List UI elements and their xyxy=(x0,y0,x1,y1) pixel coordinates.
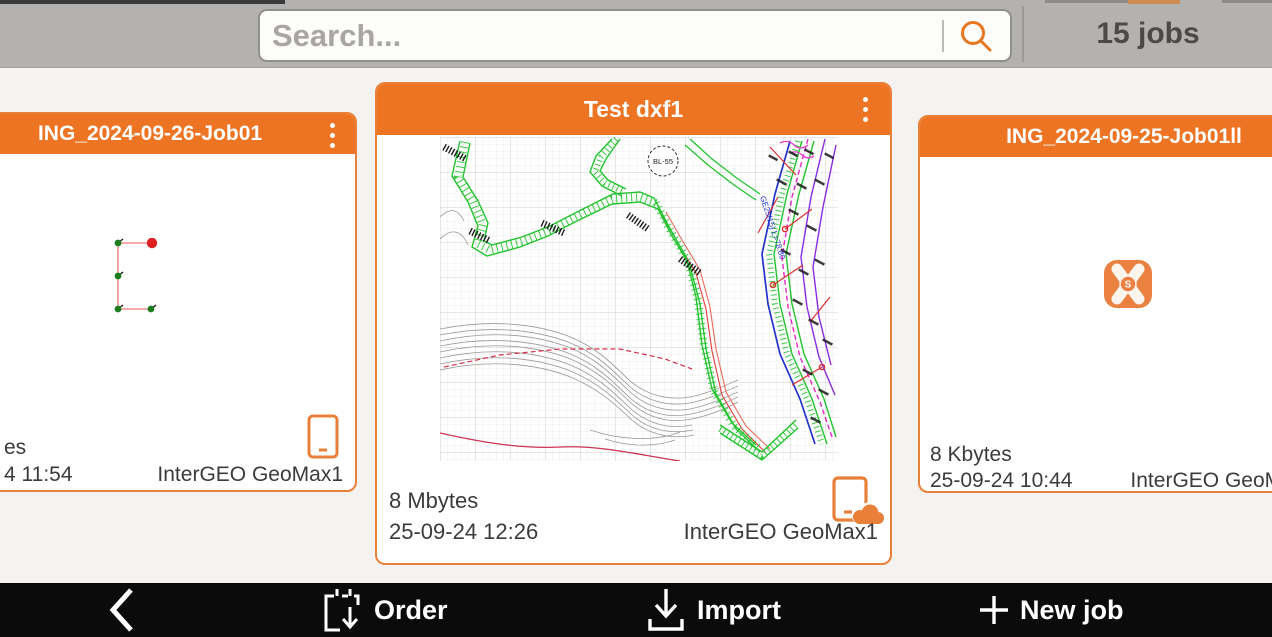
back-icon xyxy=(108,587,136,633)
job-card-right-title: ING_2024-09-25-Job01ll xyxy=(920,117,1272,157)
job-card-left[interactable]: ING_2024-09-26-Job01 es xyxy=(0,112,357,492)
xpad-logo-icon: S xyxy=(1104,260,1152,308)
status-strip-left xyxy=(0,0,285,4)
job-card-left-menu-button[interactable] xyxy=(330,123,335,148)
job-card-left-header: ING_2024-09-26-Job01 xyxy=(0,114,355,154)
top-bar-separator xyxy=(1022,6,1024,62)
job-card-right[interactable]: ING_2024-09-25-Job01ll S 8 Kbytes 25-09-… xyxy=(918,115,1272,493)
xpad-logo-letter: S xyxy=(1125,280,1132,291)
job-card-center-title: Test dxf1 xyxy=(377,84,890,135)
job-author: InterGEO GeoMax1 xyxy=(157,463,343,487)
order-label: Order xyxy=(374,595,448,626)
search-box xyxy=(258,9,1012,62)
import-label: Import xyxy=(697,595,781,626)
job-size: 8 Kbytes xyxy=(930,443,1012,467)
order-icon xyxy=(320,587,364,633)
job-card-center[interactable]: Test dxf1 xyxy=(375,82,892,565)
search-button[interactable] xyxy=(956,18,996,56)
new-job-label: New job xyxy=(1020,595,1124,626)
job-size: 8 Mbytes xyxy=(389,488,478,514)
job-size-fragment: es xyxy=(4,436,26,460)
search-divider xyxy=(942,20,944,52)
top-bar: 15 jobs xyxy=(0,0,1272,68)
app-screen: 15 jobs ING_2024-09-26-Job01 xyxy=(0,0,1272,637)
job-author: InterGEO GeoMax1 xyxy=(684,519,878,545)
job-date: 25-09-24 10:44 xyxy=(930,469,1072,493)
import-icon xyxy=(645,587,687,633)
tablet-icon xyxy=(306,414,340,460)
order-button[interactable]: Order xyxy=(320,583,448,637)
job-date: 25-09-24 12:26 xyxy=(389,519,538,545)
more-options-icon xyxy=(330,123,335,128)
plus-icon xyxy=(978,594,1010,626)
search-input[interactable] xyxy=(272,13,922,58)
job-author: InterGEO GeoMax1 xyxy=(1130,469,1272,493)
job-date-fragment: 4 11:54 xyxy=(4,463,73,487)
bottom-bar: Order Import New job xyxy=(0,583,1272,637)
jobs-count-label: 15 jobs xyxy=(1028,0,1268,68)
job-card-left-title: ING_2024-09-26-Job01 xyxy=(0,114,355,154)
more-options-icon xyxy=(863,97,868,102)
search-icon xyxy=(957,18,995,56)
job-card-center-menu-button[interactable] xyxy=(863,97,868,122)
cad-drawing-preview: BL-55 GE25(15) L=78.80 xyxy=(440,137,838,461)
new-job-button[interactable]: New job xyxy=(978,583,1124,637)
job-card-center-header: Test dxf1 xyxy=(377,84,890,135)
back-button[interactable] xyxy=(108,583,136,637)
job-preview-polyline xyxy=(113,238,163,316)
cad-circle-label: BL-55 xyxy=(653,157,673,166)
import-button[interactable]: Import xyxy=(645,583,781,637)
job-card-right-header: ING_2024-09-25-Job01ll xyxy=(920,117,1272,157)
